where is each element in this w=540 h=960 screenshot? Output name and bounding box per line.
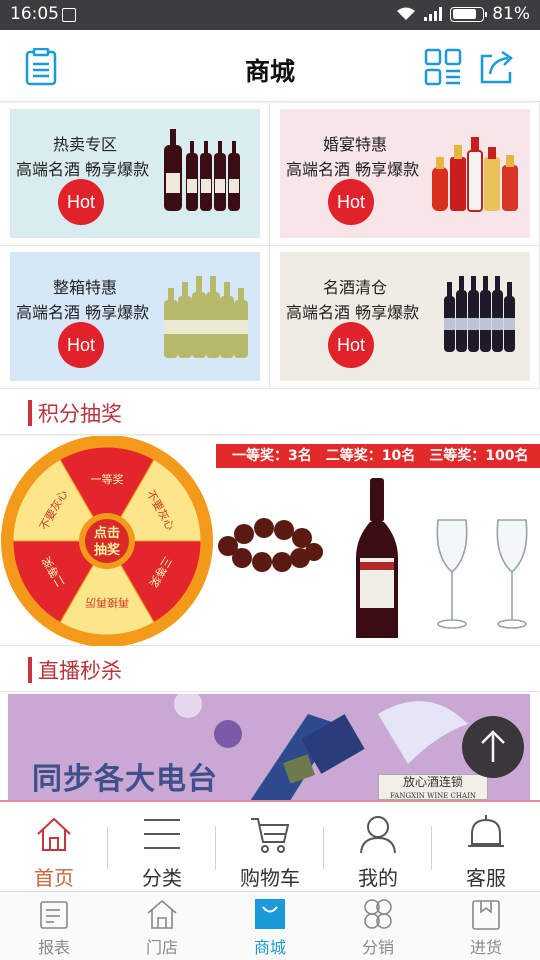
distribution-icon bbox=[364, 899, 392, 929]
wine-glasses-image bbox=[436, 519, 528, 629]
promo-panel: 婚宴特惠 高端名酒 畅享爆款 Hot bbox=[280, 109, 530, 238]
qrcode-icon[interactable] bbox=[424, 48, 462, 86]
section-title: 直播秒杀 bbox=[38, 659, 122, 683]
main-tab-bar: 首页 分类 购物车 我的 客服 bbox=[0, 800, 540, 891]
tab-report[interactable]: 报表 bbox=[0, 892, 108, 960]
wheel-segment-label: 一等奖 bbox=[91, 472, 124, 486]
lottery-banner[interactable]: 一等奖 不要灰心 三等奖 再接再厉 二等奖 不要灰心 点击 抽奖 一等奖：3名 二等奖：1… bbox=[0, 436, 540, 646]
live-section-header: 直播秒杀 bbox=[0, 646, 540, 692]
menu-icon bbox=[144, 819, 180, 849]
arrow-up-icon bbox=[481, 730, 505, 762]
store-icon bbox=[147, 899, 177, 929]
tab-label: 门店 bbox=[145, 938, 178, 957]
live-banner-image[interactable]: 同步各大电台 放心酒连锁 FANGXIN WINE CHAIN bbox=[8, 694, 530, 800]
banner-text: 同步各大电台 bbox=[32, 762, 218, 797]
tab-label: 分类 bbox=[142, 866, 182, 890]
shop-subname: FANGXIN WINE CHAIN bbox=[390, 792, 476, 800]
sim-icon bbox=[62, 8, 76, 22]
tab-label: 分销 bbox=[361, 938, 394, 957]
prize-list: 一等奖：3名 二等奖：10名 三等奖：100名 bbox=[216, 444, 540, 468]
tab-label: 客服 bbox=[466, 866, 506, 890]
tab-category[interactable]: 分类 bbox=[108, 802, 216, 891]
status-time: 16:05 bbox=[10, 4, 59, 24]
hot-badge: Hot bbox=[58, 322, 104, 368]
tab-me[interactable]: 我的 bbox=[324, 802, 432, 891]
top-header: 商城 bbox=[0, 30, 540, 102]
tab-label: 报表 bbox=[37, 938, 70, 957]
red-wine-bottles-image bbox=[164, 129, 240, 211]
promo-subtitle: 高端名酒 畅享爆款 bbox=[286, 303, 420, 322]
tab-label: 我的 bbox=[358, 866, 398, 890]
white-wine-bottles-image bbox=[164, 276, 248, 358]
wheel-segment-label: 再接再厉 bbox=[85, 596, 129, 609]
wheel-center-line1[interactable]: 点击 bbox=[94, 525, 120, 541]
promo-subtitle: 高端名酒 畅享爆款 bbox=[16, 303, 150, 322]
tab-home[interactable]: 首页 bbox=[0, 802, 108, 891]
section-marker bbox=[28, 657, 32, 683]
user-icon bbox=[360, 816, 396, 854]
promo-title: 热卖专区 bbox=[52, 135, 117, 154]
app-tab-bar: 报表 门店 商城 分销 进货 bbox=[0, 891, 540, 960]
promo-grid: 热卖专区 高端名酒 畅享爆款 Hot 婚宴特惠 高端名酒 畅享爆款 Hot 整箱… bbox=[0, 103, 540, 389]
promo-subtitle: 高端名酒 畅享爆款 bbox=[286, 160, 420, 179]
promo-card-clearance[interactable]: 名酒清仓 高端名酒 畅享爆款 Hot bbox=[270, 246, 540, 389]
wheel-center-line2[interactable]: 抽奖 bbox=[94, 542, 121, 558]
promo-title: 名酒清仓 bbox=[322, 278, 387, 297]
section-marker bbox=[28, 400, 32, 426]
section-title: 积分抽奖 bbox=[38, 402, 122, 426]
promo-card-wedding[interactable]: 婚宴特惠 高端名酒 畅享爆款 Hot bbox=[270, 103, 540, 246]
shopping-bag-icon bbox=[255, 899, 285, 929]
tab-label: 进货 bbox=[469, 938, 502, 957]
wifi-icon bbox=[397, 7, 416, 20]
home-icon bbox=[37, 817, 71, 851]
battery-icon bbox=[450, 6, 488, 22]
signal-icon bbox=[424, 7, 443, 21]
lottery-wheel[interactable]: 一等奖不要灰心三等奖再接再厉二等奖不要灰心 点击 抽奖 bbox=[0, 436, 214, 646]
shop-name: 放心酒连锁 bbox=[402, 775, 463, 789]
promo-card-hot-sale[interactable]: 热卖专区 高端名酒 畅享爆款 Hot bbox=[0, 103, 270, 246]
hot-badge: Hot bbox=[328, 179, 374, 225]
share-icon[interactable] bbox=[478, 48, 516, 86]
status-bar: 16:05 81% bbox=[0, 0, 540, 30]
tab-cart[interactable]: 购物车 bbox=[216, 802, 324, 891]
tab-service[interactable]: 客服 bbox=[432, 802, 540, 891]
hot-badge: Hot bbox=[328, 322, 374, 368]
scroll-to-top-button[interactable] bbox=[462, 716, 524, 778]
cart-icon bbox=[251, 818, 290, 853]
bead-bracelet-image bbox=[218, 518, 323, 572]
promo-title: 整箱特惠 bbox=[52, 278, 117, 297]
promo-panel: 整箱特惠 高端名酒 畅享爆款 Hot bbox=[10, 252, 260, 381]
promo-card-case-deals[interactable]: 整箱特惠 高端名酒 畅享爆款 Hot bbox=[0, 246, 270, 389]
purchase-icon bbox=[472, 900, 500, 930]
wine-bottle-image bbox=[356, 478, 398, 638]
lottery-section-header: 积分抽奖 bbox=[0, 389, 540, 435]
dark-wine-bottles-image bbox=[444, 276, 515, 352]
bell-icon bbox=[468, 815, 504, 847]
tab-label: 首页 bbox=[34, 866, 74, 890]
tab-purchase[interactable]: 进货 bbox=[432, 892, 540, 960]
live-banner[interactable]: 同步各大电台 放心酒连锁 FANGXIN WINE CHAIN bbox=[0, 692, 540, 800]
report-icon bbox=[40, 901, 68, 929]
hot-badge: Hot bbox=[58, 179, 104, 225]
tab-label: 商城 bbox=[253, 938, 286, 957]
promo-panel: 热卖专区 高端名酒 畅享爆款 Hot bbox=[10, 109, 260, 238]
tab-store[interactable]: 门店 bbox=[108, 892, 216, 960]
promo-panel: 名酒清仓 高端名酒 畅享爆款 Hot bbox=[280, 252, 530, 381]
tab-mall[interactable]: 商城 bbox=[216, 892, 324, 960]
promo-title: 婚宴特惠 bbox=[322, 135, 387, 154]
baijiu-bottles-image bbox=[432, 137, 518, 212]
battery-percent: 81% bbox=[492, 4, 530, 24]
promo-subtitle: 高端名酒 畅享爆款 bbox=[16, 160, 150, 179]
tab-label: 购物车 bbox=[240, 866, 300, 890]
tab-distribution[interactable]: 分销 bbox=[324, 892, 432, 960]
